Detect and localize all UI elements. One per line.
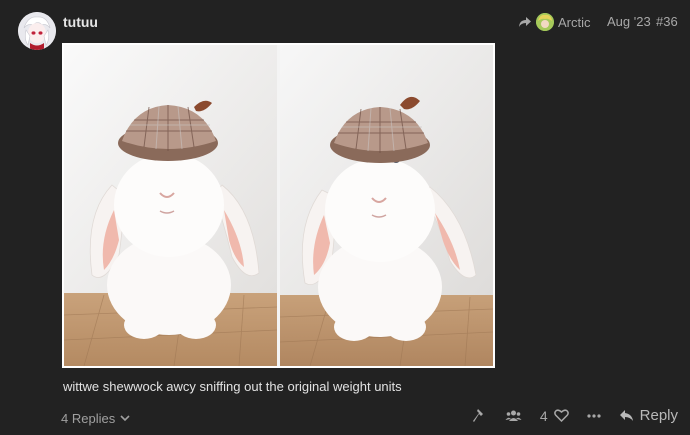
replies-toggle[interactable]: 4 Replies bbox=[61, 411, 130, 426]
ellipsis-icon bbox=[587, 413, 601, 418]
heart-icon bbox=[553, 409, 569, 422]
reply-label: Reply bbox=[639, 407, 678, 424]
post-image[interactable] bbox=[62, 43, 495, 368]
chevron-down-icon bbox=[120, 415, 130, 422]
users-icon bbox=[505, 409, 522, 422]
bunny-photo-right bbox=[280, 45, 493, 366]
users-button[interactable] bbox=[505, 409, 522, 422]
bunny-photo-left bbox=[64, 45, 277, 366]
post-actions: 4 Reply bbox=[472, 407, 678, 424]
more-button[interactable] bbox=[587, 413, 601, 418]
reply-to-indicator[interactable]: Arctic bbox=[518, 13, 591, 31]
post: tutuu Arctic Aug '23 #36 wittwe shewwock… bbox=[0, 0, 690, 435]
share-arrow-icon bbox=[518, 16, 532, 28]
reply-to-username: Arctic bbox=[558, 14, 591, 30]
hammer-icon bbox=[472, 408, 487, 423]
reply-icon bbox=[619, 409, 634, 422]
replies-label: 4 Replies bbox=[61, 411, 116, 426]
like-count: 4 bbox=[539, 407, 548, 424]
reply-button[interactable]: Reply bbox=[619, 407, 678, 424]
post-number[interactable]: #36 bbox=[656, 14, 678, 29]
post-caption: wittwe shewwock awcy sniffing out the or… bbox=[63, 379, 402, 394]
admin-button[interactable] bbox=[472, 408, 487, 423]
user-avatar[interactable] bbox=[18, 12, 56, 50]
username[interactable]: tutuu bbox=[63, 14, 98, 30]
reply-to-avatar bbox=[536, 13, 554, 31]
post-date[interactable]: Aug '23 bbox=[607, 14, 651, 29]
like-button[interactable]: 4 bbox=[540, 408, 569, 424]
